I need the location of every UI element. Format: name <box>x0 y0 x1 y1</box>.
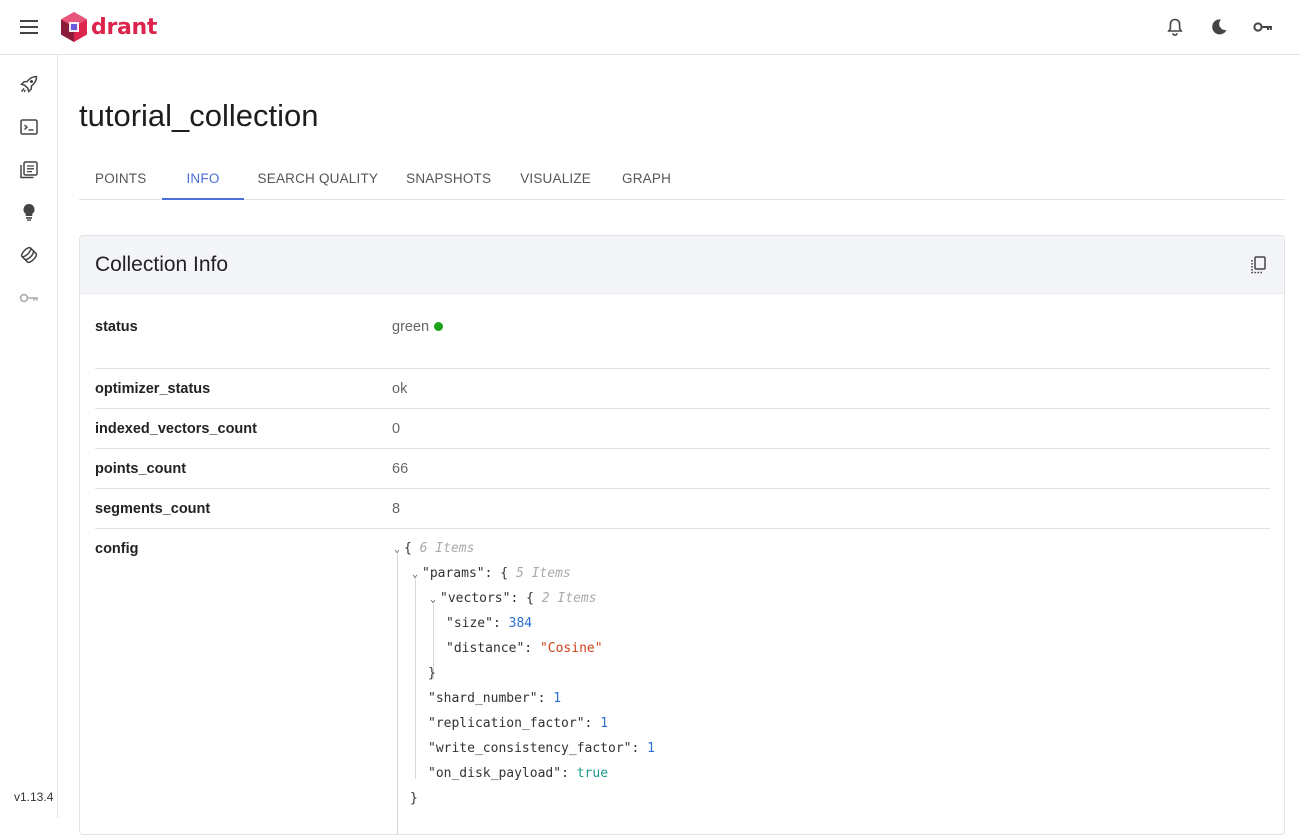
row-value: 0 <box>392 421 401 437</box>
row-key: config <box>95 541 139 557</box>
row-value: ok <box>392 381 408 397</box>
tab-visualize[interactable]: VISUALIZE <box>505 157 606 199</box>
menu-icon[interactable] <box>14 13 44 41</box>
page-title: tutorial_collection <box>79 98 319 133</box>
datasets-icon[interactable] <box>14 240 44 270</box>
item-count: 5 Items <box>515 566 571 581</box>
json-replication-factor-line: "replication_factor": 1 <box>428 716 609 731</box>
item-count: 2 Items <box>541 591 597 606</box>
terminal-icon[interactable] <box>14 112 44 142</box>
status-dot-icon <box>434 321 444 331</box>
json-key: "vectors" <box>440 591 511 606</box>
key-icon[interactable] <box>1250 13 1276 41</box>
tab-graph[interactable]: GRAPH <box>606 157 687 199</box>
info-row-indexed-vectors-count: indexed_vectors_count 0 <box>95 409 1270 449</box>
tree-guide-line <box>415 579 416 779</box>
json-key: "replication_factor" <box>428 716 585 731</box>
logo-text: drant <box>91 14 158 40</box>
row-value: green <box>392 319 444 335</box>
moon-icon[interactable] <box>1206 13 1232 41</box>
top-app-bar: drant <box>0 0 1300 55</box>
rocket-icon[interactable] <box>14 69 44 99</box>
key-icon[interactable] <box>14 283 44 313</box>
json-root-line: ⌄{ 6 Items <box>394 540 474 558</box>
json-on-disk-payload-line: "on_disk_payload": true <box>428 766 609 781</box>
main-content: tutorial_collection POINTS INFO SEARCH Q… <box>79 55 1285 835</box>
json-value: 1 <box>647 741 655 756</box>
json-key: "write_consistency_factor" <box>428 741 632 756</box>
json-value: 1 <box>600 716 609 731</box>
json-key: "distance" <box>446 641 525 656</box>
info-row-config: config <box>95 529 1270 834</box>
collapse-caret-icon[interactable]: ⌄ <box>412 566 422 584</box>
qdrant-logo[interactable]: drant <box>60 10 157 44</box>
json-distance-line: "distance": "Cosine" <box>446 641 603 656</box>
json-shard-number-line: "shard_number": 1 <box>428 691 562 706</box>
collapse-caret-icon[interactable]: ⌄ <box>430 591 440 609</box>
item-count: 6 Items <box>419 541 475 556</box>
card-title: Collection Info <box>95 253 229 276</box>
card-header: Collection Info <box>80 236 1284 294</box>
json-params-line: ⌄ "params": { 5 Items <box>412 565 571 583</box>
json-write-consistency-factor-line: "write_consistency_factor": 1 <box>428 741 655 756</box>
collection-info-card: Collection Info status green optimizer_s… <box>79 235 1285 835</box>
row-key: status <box>95 319 138 335</box>
side-navigation: v1.13.4 <box>0 55 58 818</box>
json-key: "size" <box>446 616 493 631</box>
json-value: true <box>576 766 609 781</box>
json-value: "Cosine" <box>539 641 603 656</box>
qdrant-logo-icon <box>61 12 87 42</box>
json-close-brace: } <box>428 666 436 681</box>
collapse-caret-icon[interactable]: ⌄ <box>394 541 404 559</box>
json-vectors-line: ⌄ "vectors": { 2 Items <box>430 590 597 608</box>
info-row-points-count: points_count 66 <box>95 449 1270 489</box>
tab-info[interactable]: INFO <box>162 157 244 200</box>
tab-snapshots[interactable]: SNAPSHOTS <box>392 157 505 199</box>
json-key: "on_disk_payload" <box>428 766 562 781</box>
json-size-line: "size": 384 <box>446 616 533 631</box>
row-value: 8 <box>392 501 401 517</box>
copy-icon[interactable] <box>1248 255 1268 275</box>
row-key: points_count <box>95 461 187 477</box>
collection-tabs: POINTS INFO SEARCH QUALITY SNAPSHOTS VIS… <box>79 157 1285 200</box>
json-key: "shard_number" <box>428 691 538 706</box>
info-row-optimizer-status: optimizer_status ok <box>95 369 1270 409</box>
info-row-status: status green <box>95 294 1270 369</box>
tree-guide-line <box>397 554 398 834</box>
tab-search-quality[interactable]: SEARCH QUALITY <box>244 157 393 199</box>
json-key: "params" <box>422 566 485 581</box>
row-key: segments_count <box>95 501 211 517</box>
bell-icon[interactable] <box>1162 13 1188 41</box>
row-key: indexed_vectors_count <box>95 421 257 437</box>
collections-icon[interactable] <box>14 155 44 185</box>
row-value: 66 <box>392 461 409 477</box>
lightbulb-icon[interactable] <box>14 197 44 227</box>
tab-points[interactable]: POINTS <box>79 157 162 199</box>
row-key: optimizer_status <box>95 381 211 397</box>
info-row-segments-count: segments_count 8 <box>95 489 1270 529</box>
version-label: v1.13.4 <box>14 790 54 804</box>
status-text: green <box>392 319 430 335</box>
json-value: 1 <box>553 691 562 706</box>
json-close-brace: } <box>410 791 418 806</box>
json-value: 384 <box>508 616 533 631</box>
